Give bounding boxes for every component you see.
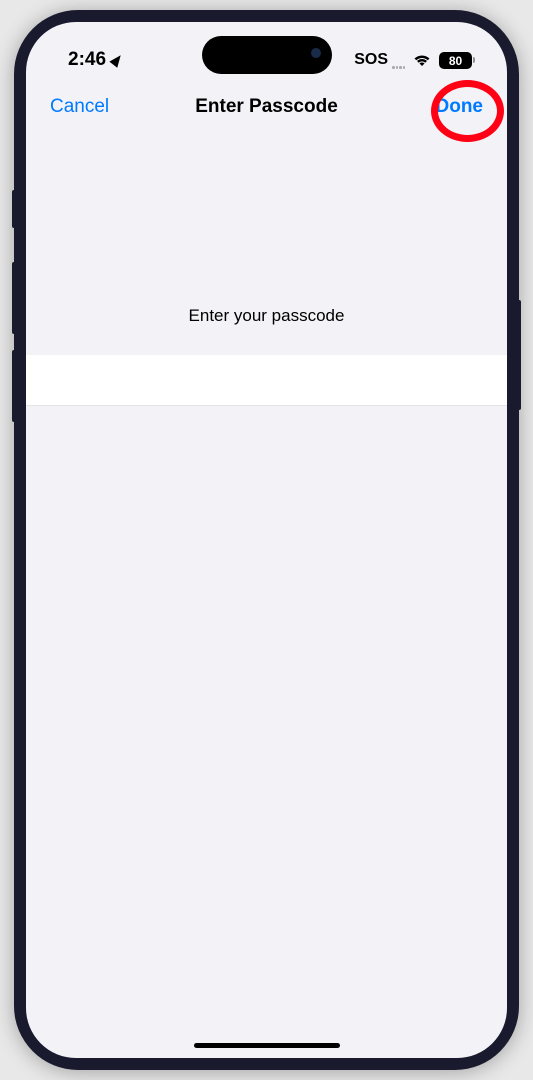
- location-icon: [109, 52, 124, 68]
- home-indicator[interactable]: [194, 1043, 340, 1048]
- cellular-signal-icon: [392, 66, 405, 69]
- battery-percent: 80: [441, 54, 470, 69]
- front-camera: [311, 48, 321, 58]
- phone-screen: 2:46 SOS: [26, 22, 507, 1058]
- battery-indicator: 80: [439, 52, 475, 69]
- power-button: [517, 300, 521, 410]
- volume-up-button: [12, 262, 16, 334]
- passcode-prompt: Enter your passcode: [26, 306, 507, 326]
- sos-indicator: SOS: [354, 51, 388, 69]
- cancel-button[interactable]: Cancel: [50, 96, 109, 118]
- passcode-input[interactable]: [26, 354, 507, 406]
- content-area: Enter your passcode: [26, 136, 507, 406]
- status-time: 2:46: [68, 49, 106, 71]
- volume-down-button: [12, 350, 16, 422]
- page-title: Enter Passcode: [195, 96, 338, 118]
- silence-switch: [12, 190, 16, 228]
- wifi-icon: [413, 53, 431, 67]
- done-button[interactable]: Done: [436, 96, 484, 118]
- status-bar-left: 2:46: [68, 49, 122, 71]
- status-bar-right: SOS 80: [354, 51, 475, 69]
- navigation-bar: Cancel Enter Passcode Done: [26, 78, 507, 136]
- phone-frame: 2:46 SOS: [14, 10, 519, 1070]
